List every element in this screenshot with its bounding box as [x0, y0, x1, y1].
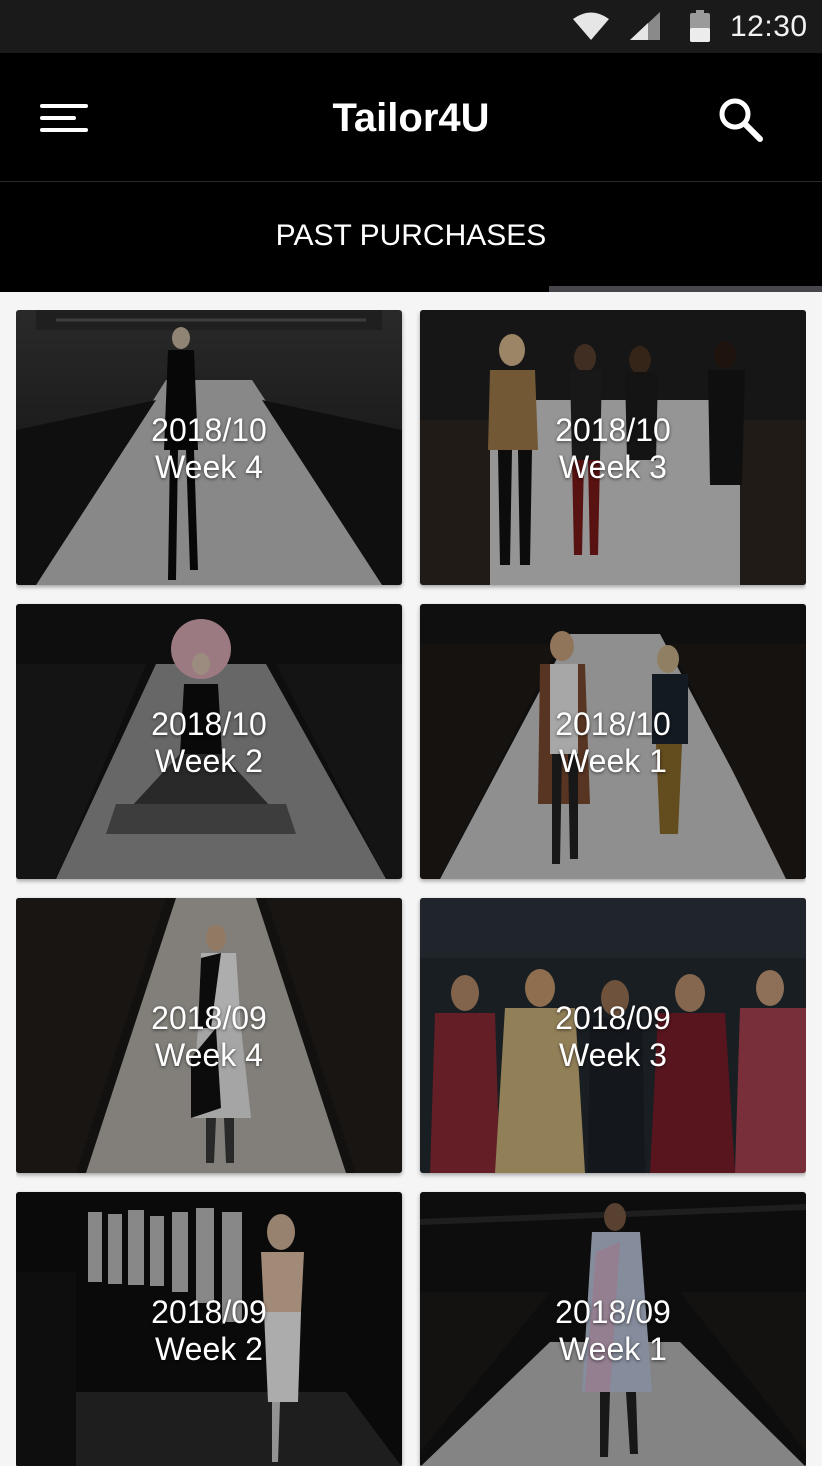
purchase-card[interactable]: 2018/10 Week 4	[16, 310, 402, 585]
tab-bar: PAST PURCHASES	[0, 182, 822, 292]
card-month: 2018/09	[555, 1294, 671, 1330]
card-week: Week 4	[155, 449, 263, 485]
card-week: Week 2	[155, 1331, 263, 1367]
app-bar: Tailor4U	[0, 53, 822, 181]
purchase-card[interactable]: 2018/10 Week 1	[420, 604, 806, 879]
card-month: 2018/09	[151, 1000, 267, 1036]
card-month: 2018/10	[151, 706, 267, 742]
card-week: Week 3	[559, 1037, 667, 1073]
purchase-card[interactable]: 2018/09 Week 1	[420, 1192, 806, 1466]
card-month: 2018/10	[555, 412, 671, 448]
card-week: Week 3	[559, 449, 667, 485]
tab-indicator	[549, 286, 822, 292]
status-bar: 12:30	[0, 0, 822, 53]
card-week: Week 2	[155, 743, 263, 779]
purchase-card[interactable]: 2018/09 Week 2	[16, 1192, 402, 1466]
card-month: 2018/10	[151, 412, 267, 448]
card-week: Week 4	[155, 1037, 263, 1073]
app-title: Tailor4U	[332, 96, 490, 140]
card-week: Week 1	[559, 743, 667, 779]
purchase-card[interactable]: 2018/09 Week 3	[420, 898, 806, 1173]
tab-label: PAST PURCHASES	[275, 219, 547, 252]
wifi-icon	[573, 12, 609, 45]
battery-icon	[690, 10, 710, 47]
card-month: 2018/09	[151, 1294, 267, 1330]
purchases-grid: 2018/10 Week 4 2018/10 Week 3 2018/10 We…	[16, 310, 806, 1466]
purchase-card[interactable]: 2018/09 Week 4	[16, 898, 402, 1173]
status-time: 12:30	[730, 10, 808, 43]
card-week: Week 1	[559, 1331, 667, 1367]
card-month: 2018/10	[555, 706, 671, 742]
card-month: 2018/09	[555, 1000, 671, 1036]
cell-signal-icon	[630, 12, 660, 45]
search-button[interactable]	[700, 81, 780, 157]
tab-past-purchases[interactable]: PAST PURCHASES	[0, 182, 822, 286]
purchase-card[interactable]: 2018/10 Week 3	[420, 310, 806, 585]
purchase-card[interactable]: 2018/10 Week 2	[16, 604, 402, 879]
